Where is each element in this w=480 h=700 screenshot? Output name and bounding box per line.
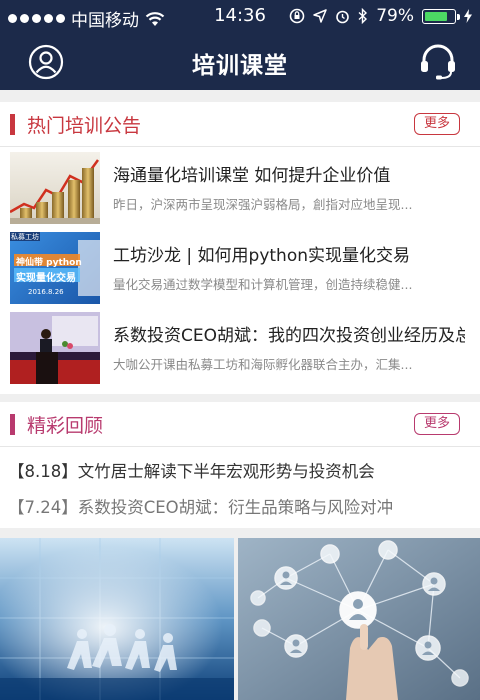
- news-thumbnail-coins: [10, 152, 100, 224]
- news-title: 系数投资CEO胡斌：我的四次投资创业经历及总: [113, 326, 465, 346]
- hot-training-section: 热门培训公告 更多 海通量化培训课堂 如何提升企业价值 昨日，沪深两市呈现深强沪…: [0, 102, 480, 394]
- news-thumbnail-python: 私募工坊 神仙带 python 实现量化交易 2016.8.26: [10, 232, 100, 304]
- charging-icon: [464, 9, 472, 23]
- banner-image-runners[interactable]: [0, 538, 234, 700]
- orientation-lock-icon: [289, 8, 305, 24]
- review-item[interactable]: 【8.18】文竹居士解读下半年宏观形势与投资机会: [8, 458, 375, 482]
- nav-bar: 培训课堂: [0, 32, 480, 90]
- thumb-badge: 私募工坊: [11, 233, 39, 241]
- status-bar: 中国移动 14:36 79%: [0, 0, 480, 32]
- news-description: 昨日，沪深两市呈现深强沪弱格局，創指对应地呈现...: [113, 197, 413, 212]
- hot-training-header: 热门培训公告 更多: [0, 102, 480, 147]
- news-item[interactable]: 私募工坊 神仙带 python 实现量化交易 2016.8.26 工坊沙龙 | …: [0, 232, 480, 310]
- battery-icon: [422, 8, 460, 24]
- hot-training-title: 热门培训公告: [27, 115, 142, 137]
- page-title: 培训课堂: [192, 53, 288, 79]
- review-more-button[interactable]: 更多: [414, 413, 460, 435]
- hot-more-button[interactable]: 更多: [414, 113, 460, 135]
- battery-percent: 79%: [376, 6, 414, 26]
- section-accent-bar: [10, 414, 15, 435]
- review-header: 精彩回顾 更多: [0, 402, 480, 447]
- news-item[interactable]: 系数投资CEO胡斌：我的四次投资创业经历及总 大咖公开课由私募工坊和海际孵化器联…: [0, 312, 480, 390]
- thumb-line-1: 神仙带 python: [16, 258, 82, 268]
- location-icon: [313, 9, 327, 23]
- banner-image-network[interactable]: [238, 538, 480, 700]
- review-section: 精彩回顾 更多 【8.18】文竹居士解读下半年宏观形势与投资机会 【7.24】系…: [0, 402, 480, 528]
- thumb-line-2: 实现量化交易: [16, 273, 76, 284]
- news-title: 海通量化培训课堂 如何提升企业价值: [113, 166, 391, 186]
- news-title: 工坊沙龙 | 如何用python实现量化交易: [113, 246, 411, 266]
- review-item[interactable]: 【7.24】系数投资CEO胡斌：衍生品策略与风险对冲: [8, 494, 393, 518]
- news-description: 大咖公开课由私募工坊和海际孵化器联合主办，汇集...: [113, 357, 413, 372]
- news-description: 量化交易通过数学模型和计算机管理，创造持续稳健...: [113, 277, 413, 292]
- news-item[interactable]: 海通量化培训课堂 如何提升企业价值 昨日，沪深两市呈现深强沪弱格局，創指对应地呈…: [0, 152, 480, 230]
- headset-icon[interactable]: [418, 42, 458, 82]
- thumb-date: 2016.8.26: [28, 288, 64, 296]
- section-accent-bar: [10, 114, 15, 135]
- news-thumbnail-speaker: [10, 312, 100, 384]
- review-title: 精彩回顾: [27, 415, 104, 437]
- bluetooth-icon: [358, 8, 368, 24]
- alarm-icon: [336, 10, 350, 23]
